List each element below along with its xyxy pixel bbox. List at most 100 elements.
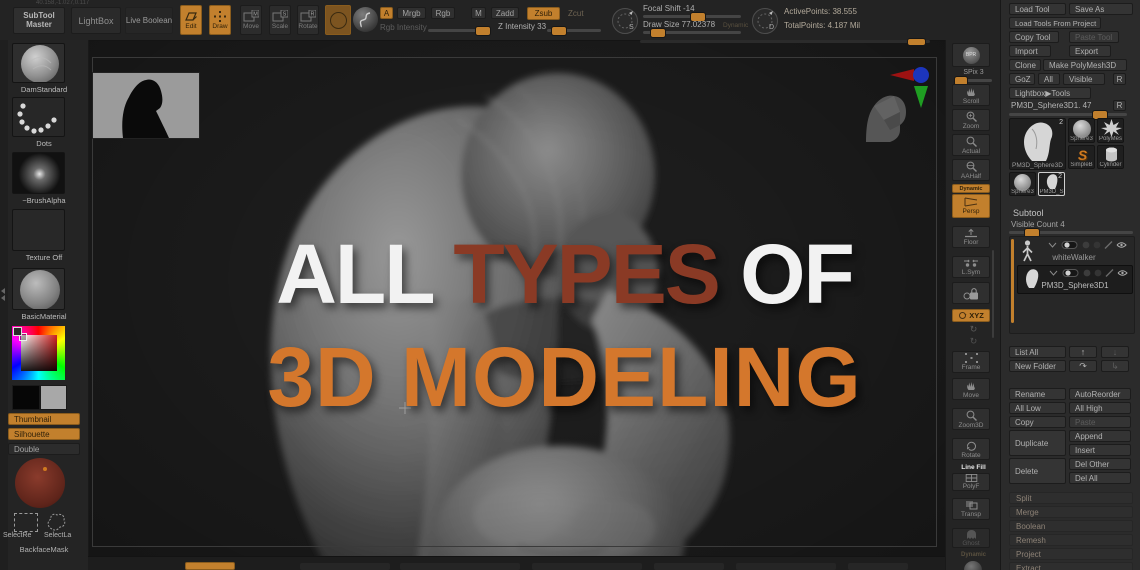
lightbox-button[interactable]: LightBox [71,7,121,34]
bottom-slot[interactable] [654,563,724,570]
right-shelf-scrollbar[interactable] [992,250,994,338]
double-button[interactable]: Double [8,443,80,455]
visible-button[interactable]: Visible [1063,73,1105,85]
goz-r-button[interactable]: R [1113,73,1126,85]
copy-button[interactable]: Copy [1009,416,1066,428]
folder-branch-button[interactable]: ↳ [1101,360,1129,372]
copy-tool-button[interactable]: Copy Tool [1009,31,1059,43]
section-split[interactable]: Split [1009,492,1133,504]
zsub-button[interactable]: Zsub [527,6,560,20]
canvas-top-divider-thumb[interactable] [908,38,925,45]
rename-button[interactable]: Rename [1009,388,1066,400]
spix-slider[interactable] [954,76,992,85]
local-symmetry-button[interactable]: L.Sym [952,256,990,278]
all-high-button[interactable]: All High [1069,402,1131,414]
rgb-intensity-slider-thumb[interactable] [476,26,490,35]
color-picker[interactable] [12,326,65,380]
save-as-button[interactable]: Save As [1069,3,1133,15]
stroke-thumbnail[interactable] [12,97,65,137]
floor-button[interactable]: Floor [952,226,990,248]
preview-light-dot[interactable] [43,467,47,471]
zadd-button[interactable]: Zadd [491,7,519,19]
color-swatch-corner[interactable] [13,327,22,336]
folder-redo-button[interactable]: ↷ [1069,360,1097,372]
subtool-name[interactable]: whiteWalker [1017,253,1131,262]
current-alpha-button[interactable] [325,5,351,35]
dynamic-sphere-icon[interactable] [964,561,982,570]
ghost-button[interactable]: Ghost [952,528,990,548]
duplicate-button[interactable]: Duplicate [1009,430,1066,456]
m-button[interactable]: M [471,7,486,19]
bottom-slot[interactable] [848,563,908,570]
select-lasso-icon[interactable] [44,511,68,532]
dynamic-persp-toggle[interactable]: Dynamic [952,184,990,193]
z-intensity-slider-thumb[interactable] [552,26,566,35]
stroke-selector-icon[interactable]: S [612,8,638,34]
tool-thumb-main[interactable]: 2 PM3D_Sphere3D [1009,118,1066,170]
zoom-button[interactable]: Zoom [952,109,990,131]
load-tools-from-project-button[interactable]: Load Tools From Project [1009,17,1101,29]
zcut-label[interactable]: Zcut [568,9,584,18]
move-button[interactable]: M Move [240,5,262,35]
rgb-intensity-slider[interactable] [428,26,490,35]
subtool-master-button[interactable]: SubTool Master [13,7,65,34]
canvas[interactable]: ALL TYPES OF 3D MODELING [88,40,945,570]
make-polymesh3d-button[interactable]: Make PolyMesh3D [1043,59,1127,71]
z-intensity-slider[interactable] [547,26,601,35]
polyframe-button[interactable]: PolyF [952,473,990,491]
thumbnail-button[interactable]: Thumbnail [8,413,80,425]
subtool-row-selected[interactable]: PM3D_Sphere3D1 [1017,265,1133,294]
section-merge[interactable]: Merge [1009,506,1133,518]
actual-button[interactable]: Actual [952,134,990,156]
delete-button[interactable]: Delete [1009,458,1066,484]
draw-button[interactable]: Draw [209,5,231,35]
load-tool-button[interactable]: Load Tool [1009,3,1066,15]
local-pivot-button[interactable] [952,282,990,304]
lightbox-tools-button[interactable]: Lightbox▶Tools [1009,87,1091,99]
auto-reorder-button[interactable]: AutoReorder [1069,388,1131,400]
tool-thumb-selected[interactable]: 2 PM3D_S [1038,172,1065,196]
import-button[interactable]: Import [1009,45,1051,57]
move-up-button[interactable]: ↑ [1069,346,1097,358]
paste-button[interactable]: Paste [1069,416,1131,428]
bottom-orange-button[interactable] [185,562,235,570]
rotate-nav-button[interactable]: Rotate [952,438,990,460]
tool-thumb-simplebrush[interactable]: S SimpleB [1068,145,1095,169]
bottom-slot[interactable] [532,563,642,570]
del-all-button[interactable]: Del All [1069,472,1131,484]
subtool-row-icons[interactable] [1045,240,1129,250]
draw-size-slider[interactable] [643,28,741,37]
scroll-button[interactable]: Scroll [952,84,990,106]
left-tray-divider[interactable] [0,40,8,570]
rotate-button[interactable]: R Rotate [297,5,319,35]
current-tool-r-button[interactable]: R [1113,100,1126,111]
export-button[interactable]: Export [1069,45,1111,57]
live-boolean-button[interactable]: Live Boolean [125,7,173,34]
current-tool-slider[interactable] [1009,110,1127,119]
subtool-header[interactable]: Subtool [1013,208,1044,218]
brush-thumbnail[interactable] [12,43,65,83]
bottom-slot[interactable] [300,563,390,570]
paste-tool-button[interactable]: Paste Tool [1069,31,1119,43]
tool-thumb-sphere[interactable]: Sphere3 [1068,118,1095,143]
tool-thumb-star[interactable]: PolyMes [1097,118,1124,143]
tool-thumb-sphere2[interactable]: Sphere3 [1009,172,1036,196]
tray-collapse-arrows-icon[interactable] [1,287,7,303]
insert-button[interactable]: Insert [1069,444,1131,456]
section-boolean[interactable]: Boolean [1009,520,1133,532]
stroke-type-sphere-icon[interactable] [353,7,378,32]
draw-size-slider-thumb[interactable] [651,28,665,37]
scale-button[interactable]: S Scale [269,5,291,35]
select-rect-icon[interactable] [14,513,38,532]
transp-button[interactable]: Transp [952,498,990,520]
move-nav-button[interactable]: Move [952,378,990,400]
mrgb-button[interactable]: Mrgb [397,7,426,19]
edit-button[interactable]: Edit [180,5,202,35]
list-all-button[interactable]: List All [1009,346,1066,358]
del-other-button[interactable]: Del Other [1069,458,1131,470]
subtool-row-whitewalker[interactable]: whiteWalker [1017,238,1131,265]
zoom3d-button[interactable]: Zoom3D [952,408,990,430]
visible-count-slider[interactable] [1009,228,1133,237]
axis-gizmo[interactable] [888,60,938,126]
aahalf-button[interactable]: AAHalf [952,159,990,181]
